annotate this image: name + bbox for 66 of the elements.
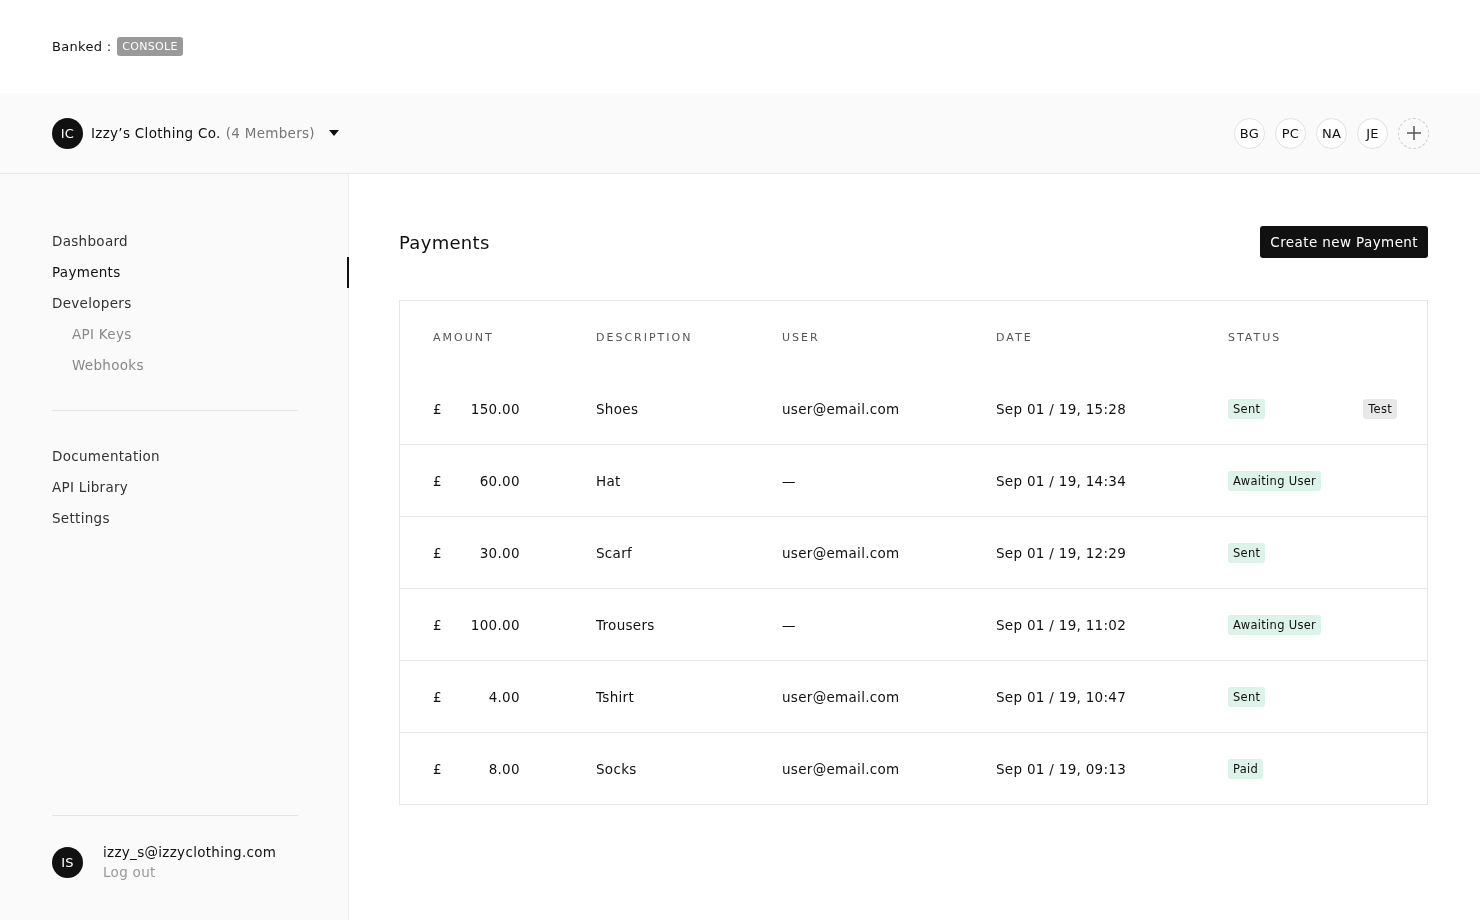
amount-cell-text: 30.00 — [478, 544, 520, 561]
description-cell-text: Shoes — [596, 400, 640, 417]
date-cell-text: Sep 01 / 19, 09:13 — [996, 760, 1128, 777]
create-payment-button[interactable]: Create new Payment — [1260, 226, 1428, 258]
user-cell-text: user@email.com — [782, 688, 901, 705]
status-badge: Sent — [1228, 398, 1266, 419]
nav-subitem[interactable]: API Keys — [72, 319, 132, 350]
test-badge: Test — [1363, 398, 1397, 419]
plus-icon — [1406, 126, 1421, 140]
caret-icon[interactable] — [328, 130, 339, 136]
amount-cell-text: 4.00 — [487, 688, 520, 705]
currency-symbol: £ — [433, 760, 442, 777]
nav-link[interactable]: Settings — [52, 503, 110, 534]
amount-cell-text: 100.00 — [469, 616, 520, 633]
amount-cell-text: 8.00 — [487, 760, 520, 777]
description-cell-text: Trousers — [596, 616, 656, 633]
description-cell-text: Socks — [596, 760, 638, 777]
currency-symbol: £ — [433, 472, 442, 489]
user-cell-text: user@email.com — [782, 400, 901, 417]
user-email: izzy_s@izzyclothing.com — [103, 844, 277, 860]
console-badge: CONSOLE — [117, 37, 183, 56]
description-cell-text: Scarf — [596, 544, 634, 561]
nav-link[interactable]: Documentation — [52, 441, 160, 472]
nav-subitem[interactable]: Webhooks — [72, 350, 144, 381]
status-badge: Awaiting User — [1228, 614, 1322, 635]
brand-name: Banked : — [52, 39, 112, 54]
org-avatar: IC — [52, 117, 83, 149]
currency-symbol: £ — [433, 400, 442, 417]
user-cell-text: user@email.com — [782, 544, 901, 561]
org-name[interactable]: Izzy’s Clothing Co. — [91, 125, 221, 141]
user-cell-text: — — [782, 616, 797, 633]
amount-cell-text: 150.00 — [469, 400, 520, 417]
date-cell-text: Sep 01 / 19, 12:29 — [996, 544, 1128, 561]
date-cell-text: Sep 01 / 19, 11:02 — [996, 616, 1128, 633]
user-cell-text: — — [782, 472, 797, 489]
member-count: (4 Members) — [225, 125, 315, 141]
nav-item[interactable]: Dashboard — [52, 226, 128, 257]
nav-link[interactable]: API Library — [52, 472, 129, 503]
member-avatar[interactable]: PC — [1275, 117, 1306, 149]
column-header: DATE — [996, 330, 1034, 344]
page-title: Payments — [399, 231, 490, 253]
column-header: AMOUNT — [433, 330, 495, 344]
member-avatar[interactable]: NA — [1316, 117, 1347, 149]
description-cell-text: Hat — [596, 472, 622, 489]
currency-symbol: £ — [433, 688, 442, 705]
member-avatar[interactable]: JE — [1357, 117, 1388, 149]
column-header: DESCRIPTION — [596, 330, 694, 344]
status-badge: Sent — [1228, 542, 1266, 563]
nav-item[interactable]: Payments — [52, 257, 121, 288]
status-badge: Paid — [1228, 758, 1264, 779]
description-cell-text: Tshirt — [596, 688, 635, 705]
user-cell-text: user@email.com — [782, 760, 901, 777]
currency-symbol: £ — [433, 544, 442, 561]
active-indicator — [347, 257, 349, 288]
currency-symbol: £ — [433, 616, 442, 633]
nav-item[interactable]: Developers — [52, 288, 132, 319]
date-cell-text: Sep 01 / 19, 14:34 — [996, 472, 1128, 489]
status-badge: Sent — [1228, 686, 1266, 707]
amount-cell-text: 60.00 — [478, 472, 520, 489]
date-cell-text: Sep 01 / 19, 10:47 — [996, 688, 1128, 705]
column-header: USER — [782, 330, 821, 344]
member-avatar[interactable]: BG — [1234, 117, 1265, 149]
status-badge: Awaiting User — [1228, 470, 1322, 491]
user-avatar: IS — [52, 846, 83, 878]
column-header: STATUS — [1228, 330, 1283, 344]
date-cell-text: Sep 01 / 19, 15:28 — [996, 400, 1128, 417]
